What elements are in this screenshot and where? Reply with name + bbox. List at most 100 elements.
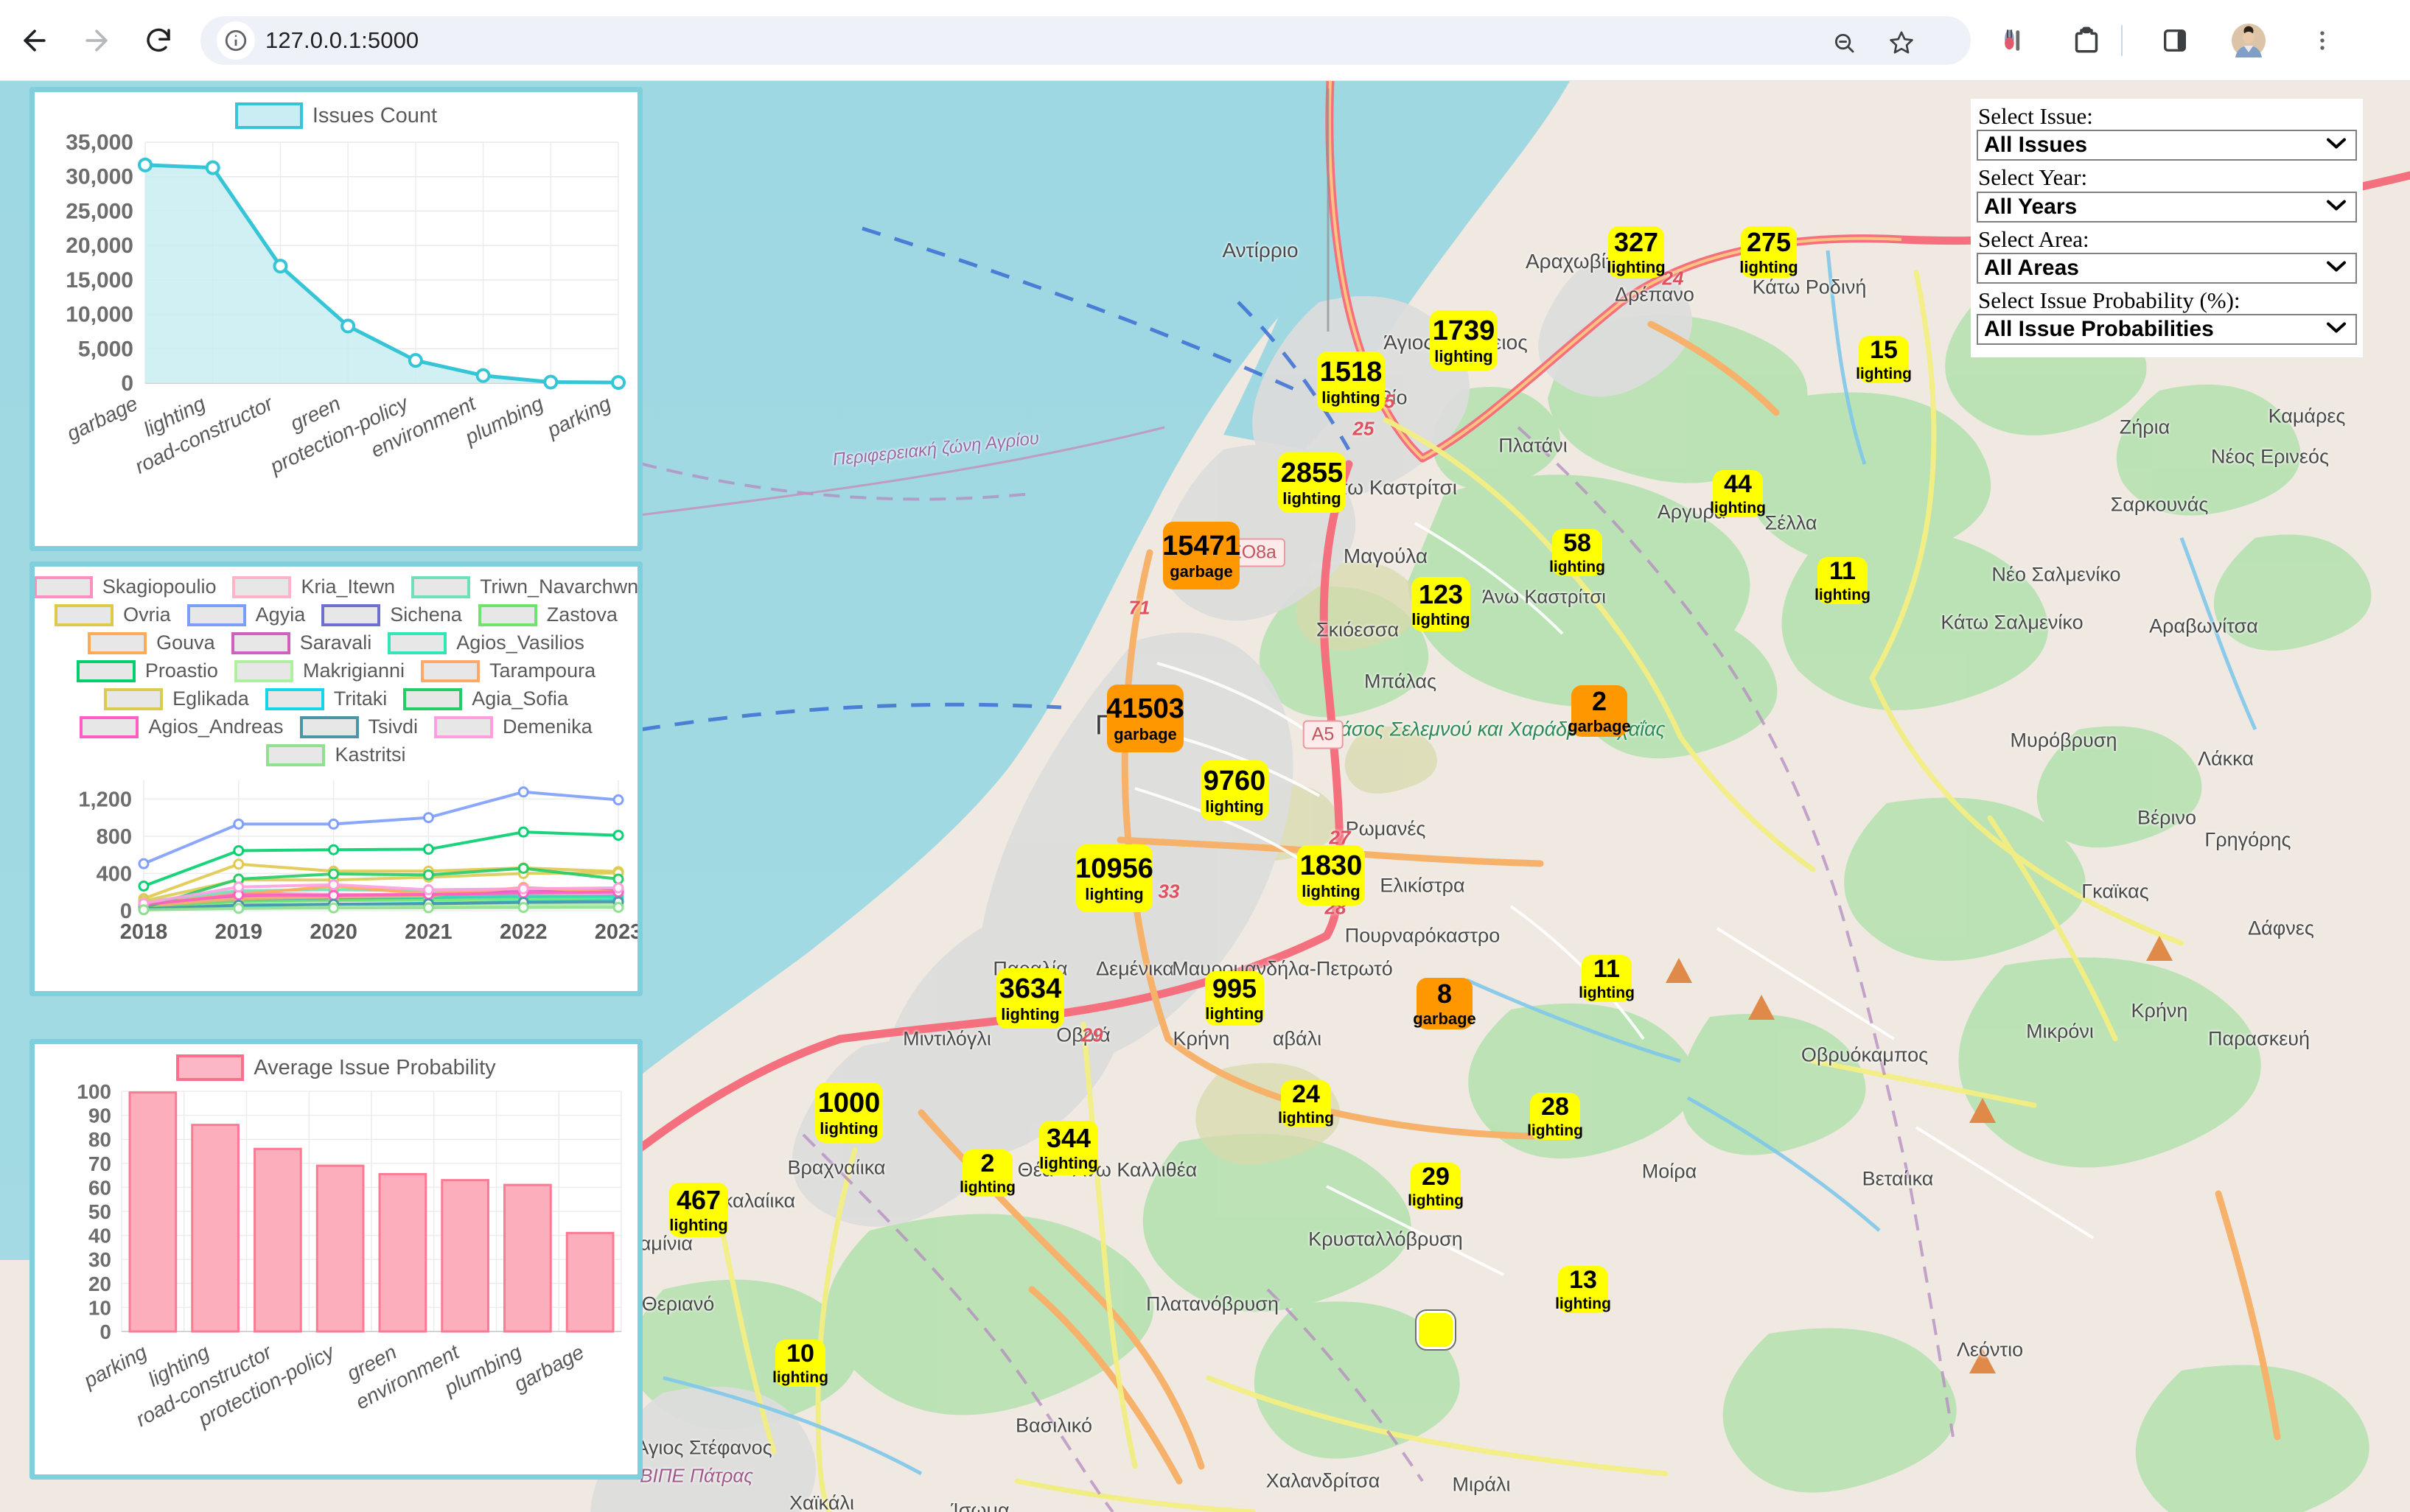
map-marker-garbage[interactable]: 2garbage: [1571, 685, 1627, 737]
extension-puzzle-icon[interactable]: [1990, 18, 2036, 63]
legend-item[interactable]: Zastova: [478, 603, 618, 626]
legend-item[interactable]: Kastritsi: [266, 743, 405, 766]
map-marker-lighting[interactable]: 327lighting: [1608, 226, 1664, 278]
map-marker-lighting[interactable]: 58lighting: [1552, 529, 1602, 576]
marker-type: lighting: [669, 1217, 727, 1233]
legend-swatch-triwn_navarchwn: [411, 576, 470, 598]
map-marker-lighting[interactable]: 3634lighting: [996, 968, 1064, 1029]
map-marker-garbage[interactable]: 15471garbage: [1163, 522, 1240, 589]
legend-item[interactable]: Gouva: [88, 631, 215, 654]
legend-item[interactable]: Tritaki: [265, 687, 388, 710]
legend-item[interactable]: Tsivdi: [300, 715, 419, 738]
map-marker-lighting[interactable]: 10lighting: [775, 1340, 825, 1387]
map-place-label: Ελικίστρα: [1380, 875, 1464, 897]
clipboard-icon[interactable]: [2064, 18, 2109, 63]
map-marker-lighting[interactable]: 24lighting: [1281, 1080, 1331, 1127]
map-place-label: Νέο Σαλμενίκο: [1991, 564, 2120, 587]
legend-label: Makrigianni: [303, 659, 405, 682]
legend-item[interactable]: Issues Count: [235, 102, 437, 129]
map-marker-lighting[interactable]: 1518lighting: [1317, 351, 1385, 412]
map-marker-lighting[interactable]: 995lighting: [1205, 971, 1264, 1026]
marker-count: 2: [981, 1151, 995, 1176]
legend-swatch-zastova: [478, 604, 537, 626]
marker-type: lighting: [1739, 259, 1798, 276]
map-marker-lighting[interactable]: 15lighting: [1859, 336, 1909, 383]
issue-filter-label: Select Issue:: [1978, 103, 2357, 129]
legend-swatch-agyia: [187, 604, 246, 626]
map-marker-lighting[interactable]: 1830lighting: [1297, 845, 1365, 906]
map-place-label: Μιντιλόγλι: [903, 1028, 991, 1051]
svg-text:10: 10: [88, 1296, 111, 1319]
map-marker-lighting[interactable]: 467 lighting: [669, 1183, 728, 1237]
map-marker-lighting[interactable]: 123lighting: [1411, 577, 1470, 631]
legend-item[interactable]: Agios_Vasilios: [388, 631, 584, 654]
legend-item[interactable]: Tarampoura: [421, 659, 595, 682]
legend-item[interactable]: Ovria: [55, 603, 171, 626]
map-marker-lighting[interactable]: 1000lighting: [815, 1082, 883, 1143]
marker-type: lighting: [1411, 612, 1470, 628]
map-place-label: Βραχναίικα: [787, 1157, 885, 1180]
area-filter-select[interactable]: All Areas: [1977, 253, 2357, 284]
forward-button[interactable]: [69, 13, 124, 68]
issue-filter-select[interactable]: All Issues: [1977, 130, 2357, 161]
map-marker-garbage[interactable]: 41503garbage: [1107, 685, 1184, 752]
map-marker-lighting[interactable]: 11lighting: [1817, 557, 1868, 604]
kebab-menu-icon[interactable]: [2299, 18, 2345, 63]
map-marker-lighting[interactable]: 44lighting: [1713, 470, 1763, 517]
legend-line: Gouva Saravali Agios_Vasilios: [48, 631, 624, 654]
map-marker-lighting[interactable]: 28lighting: [1530, 1093, 1580, 1140]
legend-swatch-tsivdi: [300, 716, 359, 738]
marker-type: lighting: [1579, 985, 1635, 1001]
marker-count: 15471: [1162, 532, 1240, 560]
profile-avatar-icon[interactable]: [2226, 18, 2271, 63]
address-bar[interactable]: 127.0.0.1:5000: [200, 16, 1971, 65]
site-info-icon[interactable]: [217, 21, 255, 60]
map-marker-lighting[interactable]: 344lighting: [1039, 1121, 1098, 1175]
map-marker-lighting[interactable]: 2855lighting: [1278, 452, 1346, 513]
map-marker-lighting[interactable]: 275lighting: [1741, 226, 1797, 278]
reload-button[interactable]: [131, 13, 186, 68]
side-panel-icon[interactable]: [2152, 18, 2198, 63]
legend-label: Agios_Andreas: [148, 715, 283, 738]
legend-item[interactable]: Sichena: [321, 603, 462, 626]
map-marker-lighting[interactable]: 10956lighting: [1076, 844, 1153, 912]
legend-item[interactable]: Triwn_Navarchwn: [411, 575, 638, 598]
marker-count: 995: [1212, 976, 1257, 1002]
marker-count: 467: [677, 1187, 721, 1214]
svg-text:1,200: 1,200: [78, 788, 132, 811]
legend-label: Agia_Sofia: [472, 687, 568, 710]
map-marker-lighting[interactable]: 13lighting: [1558, 1266, 1608, 1313]
map-marker-lighting[interactable]: 1739lighting: [1430, 310, 1498, 371]
legend-item[interactable]: Skagiopoulio: [34, 575, 217, 598]
legend-swatch-gouva: [88, 632, 147, 654]
star-icon[interactable]: [1885, 27, 1918, 59]
legend-item[interactable]: Eglikada: [104, 687, 249, 710]
zoom-out-icon[interactable]: [1828, 27, 1860, 59]
map-marker-empty[interactable]: [1417, 1311, 1455, 1349]
back-button[interactable]: [7, 13, 62, 68]
year-filter-select[interactable]: All Years: [1977, 192, 2357, 223]
legend-line: Eglikada Tritaki Agia_Sofia: [48, 687, 624, 710]
legend-item[interactable]: Agia_Sofia: [403, 687, 568, 710]
legend-item[interactable]: Kria_Itewn: [232, 575, 395, 598]
url-text[interactable]: 127.0.0.1:5000: [265, 27, 419, 54]
map-marker-garbage[interactable]: 8garbage: [1417, 978, 1473, 1029]
map-place-label: αβάλι: [1273, 1028, 1321, 1051]
legend-item[interactable]: Proastio: [77, 659, 218, 682]
marker-count: 2: [1592, 688, 1607, 715]
map-marker-lighting[interactable]: 11lighting: [1582, 955, 1632, 1002]
legend-item[interactable]: Demenika: [434, 715, 593, 738]
svg-text:30,000: 30,000: [66, 165, 133, 189]
map-marker-lighting[interactable]: 2lighting: [963, 1149, 1013, 1197]
road-shield: 33: [1159, 881, 1180, 903]
legend-item[interactable]: Saravali: [231, 631, 372, 654]
legend-item[interactable]: Average Issue Probability: [176, 1054, 495, 1081]
legend-item[interactable]: Agios_Andreas: [80, 715, 283, 738]
map-marker-lighting[interactable]: 29lighting: [1411, 1163, 1461, 1210]
marker-type: lighting: [820, 1121, 878, 1137]
probability-filter-select[interactable]: All Issue Probabilities: [1977, 314, 2357, 345]
legend-item[interactable]: Makrigianni: [234, 659, 405, 682]
legend-item[interactable]: Agyia: [187, 603, 306, 626]
issues-count-plot: 05,00010,00015,00020,00025,00030,00035,0…: [35, 129, 638, 519]
map-marker-lighting[interactable]: 9760lighting: [1201, 760, 1268, 821]
